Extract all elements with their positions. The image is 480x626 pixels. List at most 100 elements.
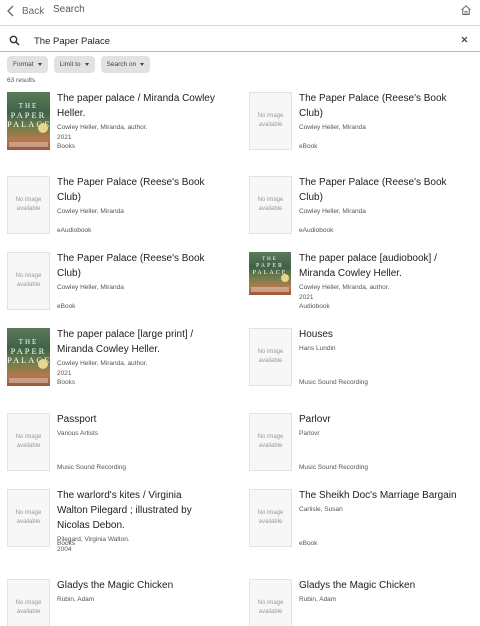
- result-title[interactable]: Passport: [57, 412, 239, 427]
- no-image-placeholder: No image available: [7, 252, 50, 310]
- result-title[interactable]: The paper palace [audiobook] / Miranda Co…: [299, 251, 480, 281]
- filter-label: Search on: [106, 61, 137, 68]
- result-author: Cowley Heller, Miranda: [57, 208, 124, 215]
- chevron-left-icon: [7, 5, 14, 17]
- result-title[interactable]: Gladys the Magic Chicken: [57, 578, 239, 593]
- result-item[interactable]: No image available Parlovr Parlovr Music So…: [249, 413, 479, 489]
- result-author: Various Artists: [57, 430, 99, 437]
- result-item[interactable]: No image available The Paper Palace (Rees…: [249, 176, 479, 252]
- result-format: eBook: [299, 540, 318, 547]
- result-item[interactable]: No image available The Paper Palace (Rees…: [7, 176, 237, 252]
- cover-title-text: THE: [18, 338, 39, 346]
- cover-author-band: [251, 287, 289, 292]
- no-image-placeholder: No image available: [249, 176, 292, 234]
- result-author: Rubin, Adam: [299, 596, 337, 603]
- result-item[interactable]: No image available The Paper Palace (Rees…: [7, 252, 237, 328]
- back-button[interactable]: Back: [6, 3, 44, 19]
- result-format: eBook: [299, 143, 318, 150]
- result-title[interactable]: Houses: [299, 327, 480, 342]
- back-label: Back: [22, 5, 45, 17]
- no-image-placeholder: No image available: [7, 176, 50, 234]
- result-title[interactable]: The warlord's kites / Virginia Walton Pil…: [57, 488, 239, 533]
- filter-bar: Format Limit to Search on: [7, 56, 151, 73]
- result-title[interactable]: The Paper Palace (Reese's Book Club): [299, 175, 480, 205]
- result-format: Music Sound Recording: [299, 464, 369, 471]
- no-image-placeholder: No image available: [7, 579, 50, 626]
- book-cover-image: THE PAPER PALACE: [7, 328, 50, 386]
- result-item[interactable]: THE PAPER PALACE The paper palace [large pr…: [7, 328, 237, 404]
- no-image-placeholder: No image available: [249, 579, 292, 626]
- home-icon[interactable]: [460, 4, 472, 16]
- result-author: Cowley Heller, Miranda, author.: [299, 284, 390, 291]
- no-image-placeholder: No image available: [249, 489, 292, 547]
- result-item[interactable]: THE PAPER PALACE The paper palace / Miranda…: [7, 92, 237, 168]
- result-format: Music Sound Recording: [299, 379, 369, 386]
- result-author: Cowley Heller, Miranda, author.: [57, 124, 148, 131]
- result-author: Parlovr: [299, 430, 320, 437]
- result-format: eBook: [57, 303, 76, 310]
- result-format: Books: [57, 143, 76, 150]
- results-count: 63 results: [7, 77, 36, 84]
- cover-sticker: [38, 123, 48, 133]
- result-title[interactable]: The Sheikh Doc's Marriage Bargain: [299, 488, 480, 503]
- result-title[interactable]: The Paper Palace (Reese's Book Club): [299, 91, 480, 121]
- result-title[interactable]: Parlovr: [299, 412, 480, 427]
- no-image-placeholder: No image available: [7, 489, 50, 547]
- result-title[interactable]: The paper palace [large print] / Miranda …: [57, 327, 239, 357]
- page-title: Search: [53, 4, 85, 15]
- no-image-placeholder: No image available: [249, 92, 292, 150]
- no-image-placeholder: No image available: [249, 328, 292, 386]
- result-item[interactable]: No image available The warlord's kites / …: [7, 489, 237, 565]
- result-format: Music Sound Recording: [57, 464, 127, 471]
- result-title[interactable]: Gladys the Magic Chicken: [299, 578, 480, 593]
- caret-down-icon: [37, 63, 42, 66]
- result-author: Cowley Heller, Miranda: [299, 208, 366, 215]
- caret-down-icon: [140, 63, 145, 66]
- result-title[interactable]: The paper palace / Miranda Cowley Heller.: [57, 91, 239, 121]
- cover-title-text: PAPER: [10, 346, 47, 356]
- result-item[interactable]: No image available The Sheikh Doc's Marri…: [249, 489, 479, 565]
- result-year: 2004: [57, 546, 72, 553]
- result-year: 2021: [57, 370, 72, 377]
- result-author: Carlisle, Susan: [299, 506, 343, 513]
- result-author: Cowley Heller, Miranda: [57, 284, 124, 291]
- result-item[interactable]: No image available Gladys the Magic Chick…: [249, 579, 479, 626]
- result-item[interactable]: No image available Passport Various Artist…: [7, 413, 237, 489]
- cover-author-band: [9, 378, 48, 383]
- caret-down-icon: [84, 63, 89, 66]
- no-image-placeholder: No image available: [249, 413, 292, 471]
- limit-to-filter-button[interactable]: Limit to: [53, 56, 95, 73]
- result-year: 2021: [57, 134, 72, 141]
- result-title[interactable]: The Paper Palace (Reese's Book Club): [57, 175, 239, 205]
- no-image-placeholder: No image available: [7, 413, 50, 471]
- result-item[interactable]: No image available Gladys the Magic Chick…: [7, 579, 237, 626]
- search-input[interactable]: [34, 32, 434, 50]
- result-item[interactable]: No image available Houses Hans Lundin Music…: [249, 328, 479, 404]
- cover-title-text: PAPER: [255, 263, 285, 269]
- cover-title-text: THE: [18, 102, 39, 110]
- result-year: 2021: [299, 294, 314, 301]
- result-item[interactable]: THE PAPER PALACE The paper palace [audioboo…: [249, 252, 479, 328]
- result-item[interactable]: No image available The Paper Palace (Rees…: [249, 92, 479, 168]
- filter-label: Limit to: [59, 61, 81, 68]
- result-format: Books: [57, 540, 76, 547]
- search-bar: [0, 30, 480, 52]
- filter-label: Format: [13, 61, 34, 68]
- cover-author-band: [9, 142, 48, 147]
- result-author: Cowley Heller, Miranda, author.: [57, 360, 148, 367]
- result-author: Pilegard, Virginia Walton.: [57, 536, 130, 543]
- format-filter-button[interactable]: Format: [7, 56, 48, 73]
- result-format: eAudiobook: [57, 227, 92, 234]
- search-on-filter-button[interactable]: Search on: [100, 56, 151, 73]
- cover-title-text: PAPER: [10, 110, 47, 120]
- book-cover-image: THE PAPER PALACE: [249, 252, 291, 295]
- result-author: Cowley Heller, Miranda: [299, 124, 366, 131]
- cover-sticker: [38, 359, 48, 369]
- result-author: Hans Lundin: [299, 345, 336, 352]
- result-format: Audiobook: [299, 303, 330, 310]
- clear-search-icon[interactable]: [459, 34, 470, 45]
- result-title[interactable]: The Paper Palace (Reese's Book Club): [57, 251, 239, 281]
- search-icon: [9, 35, 20, 46]
- result-author: Rubin, Adam: [57, 596, 95, 603]
- cover-sticker: [281, 274, 289, 282]
